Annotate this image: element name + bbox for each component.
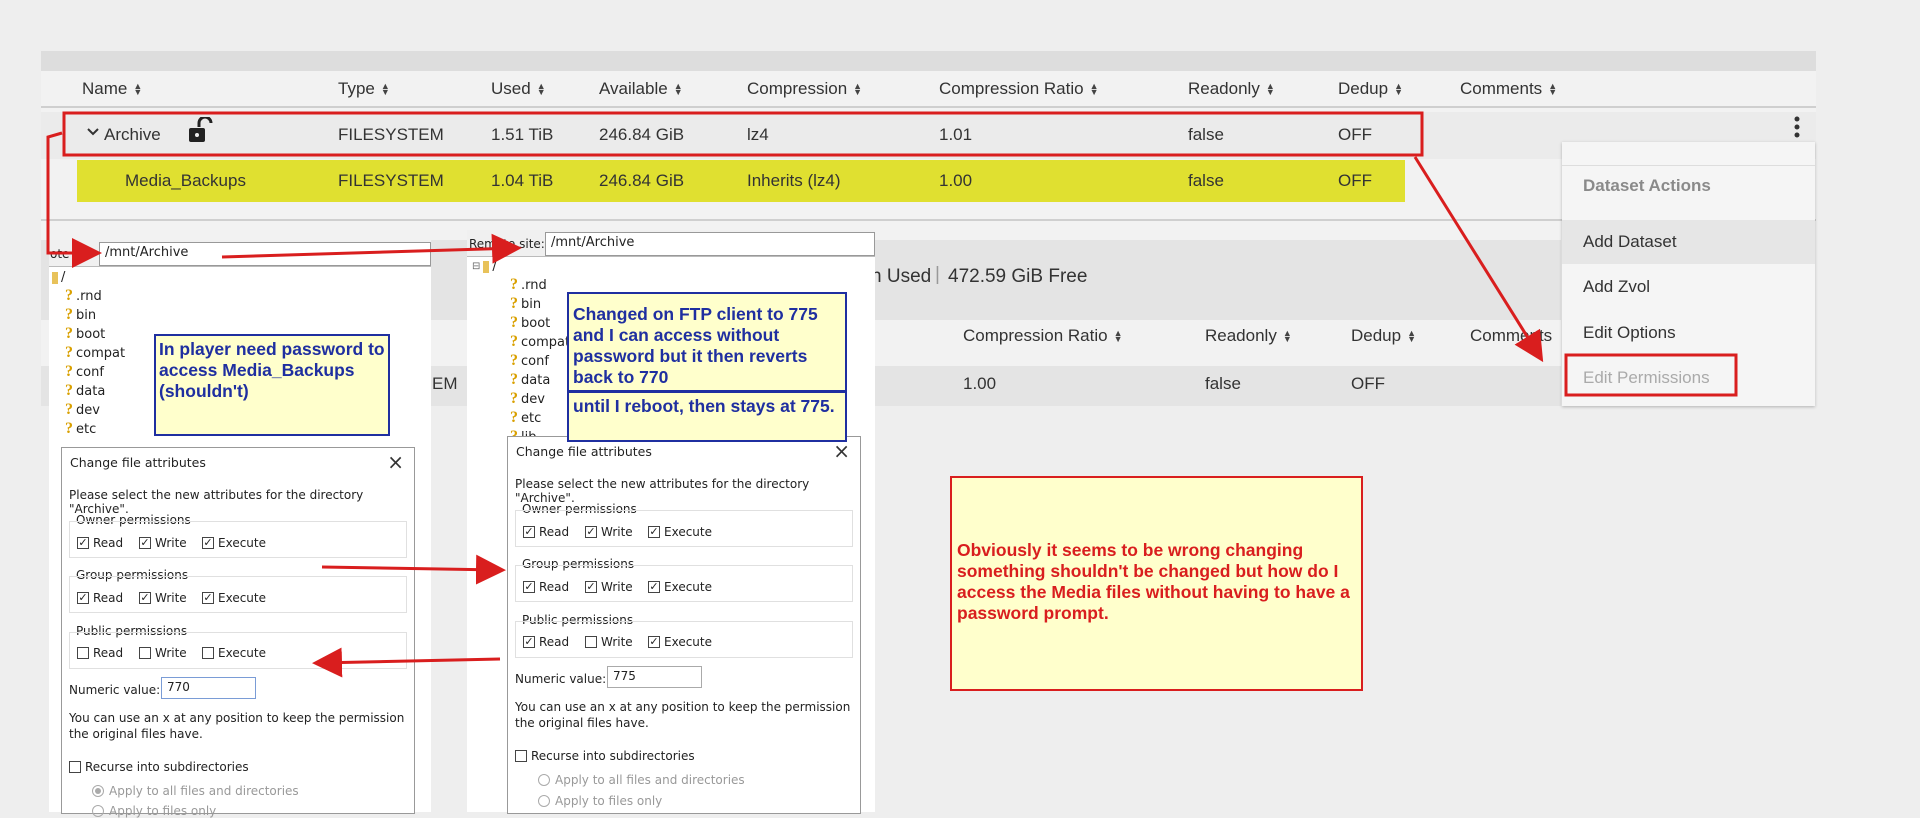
- arrow-group-permissions: [321, 554, 506, 585]
- arrow-public-permissions: [312, 647, 501, 678]
- arrow-to-left-path: [46, 131, 102, 268]
- arrow-to-right-path: [221, 233, 522, 264]
- annotation-overlay: [46, 111, 1738, 678]
- archive-row-highlight: [62, 111, 1424, 157]
- edit-permissions-highlight: [1564, 353, 1738, 397]
- arrow-to-edit-permissions: [1413, 156, 1544, 363]
